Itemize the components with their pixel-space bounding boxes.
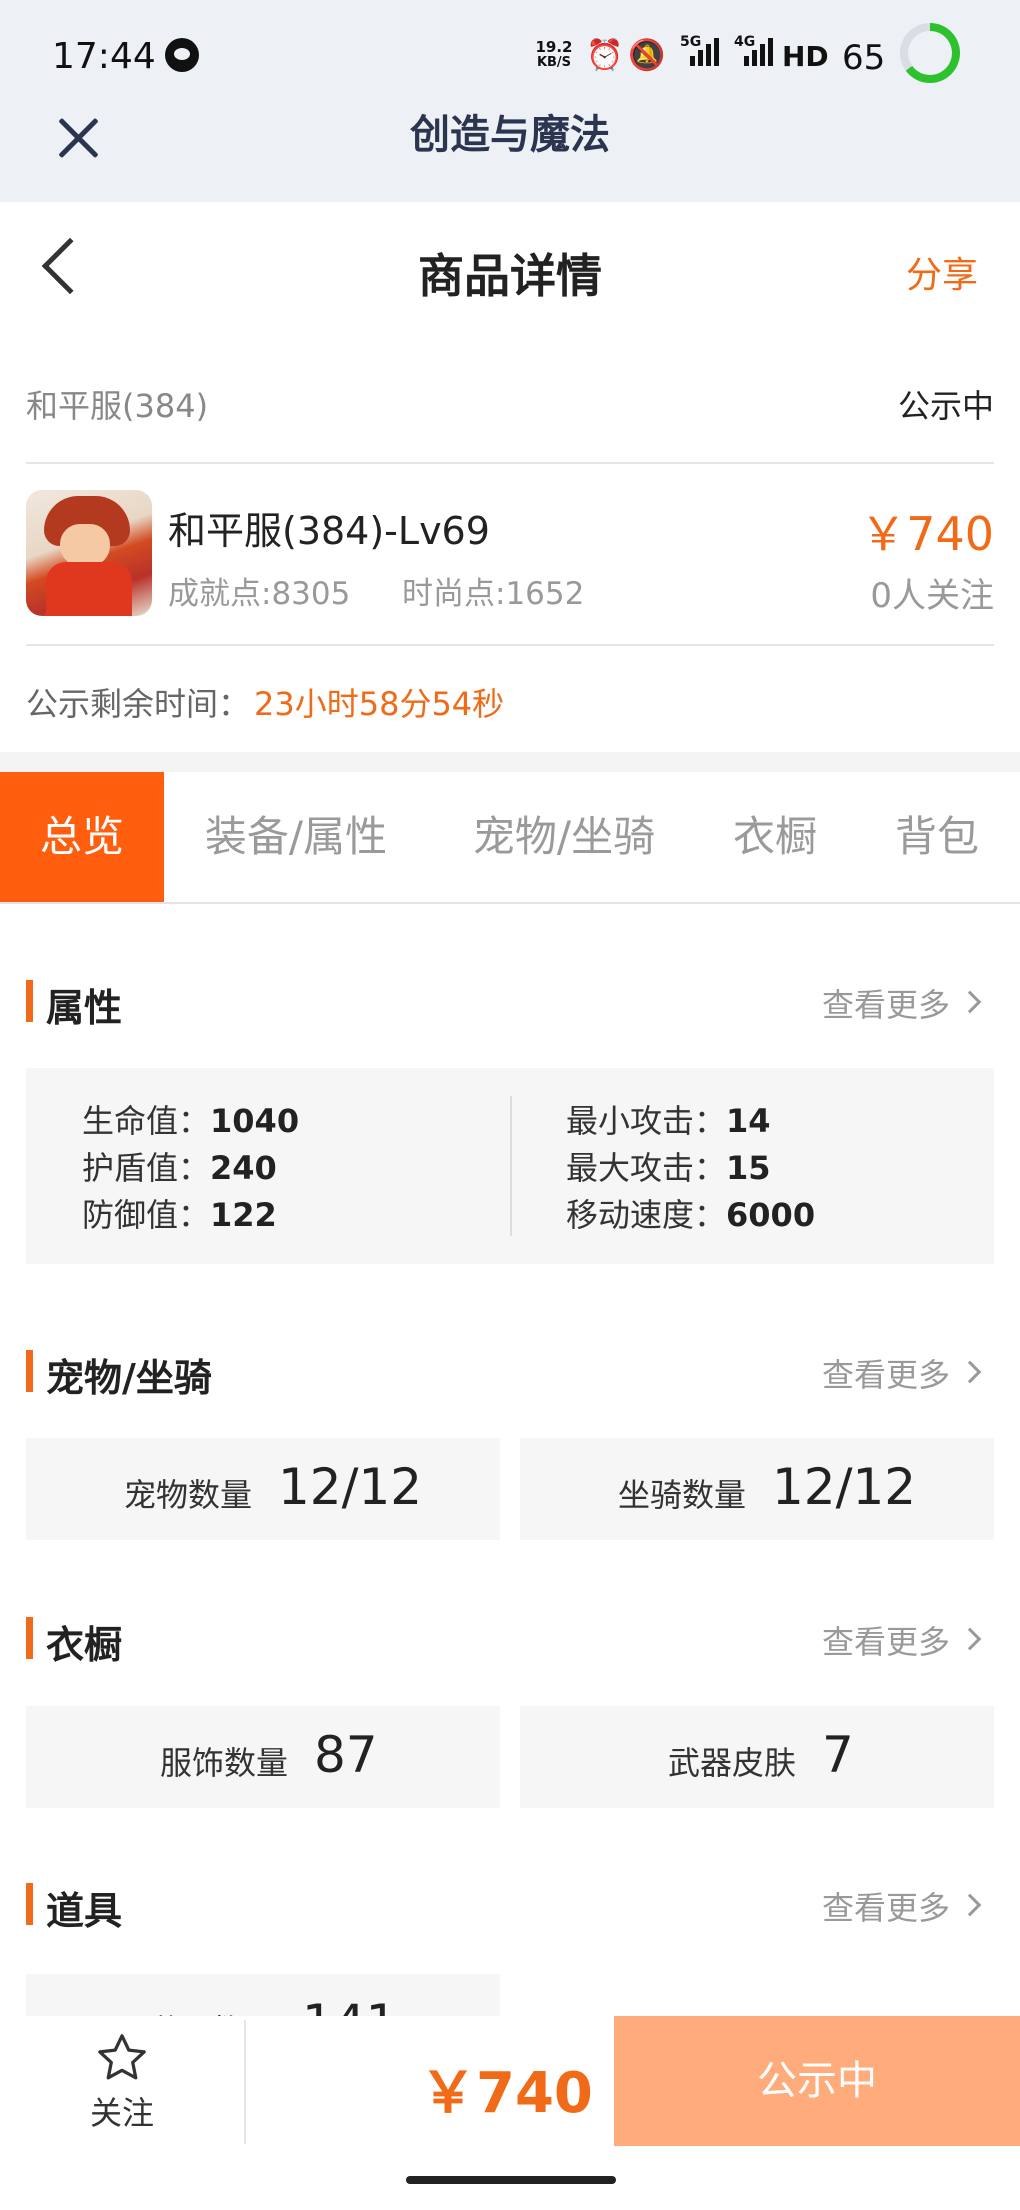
battery-ring-icon bbox=[900, 23, 960, 83]
follow-button[interactable]: 关注 bbox=[90, 2088, 154, 2134]
status-button[interactable]: 公示中 bbox=[614, 2016, 1020, 2146]
star-icon[interactable] bbox=[94, 2030, 150, 2086]
tab-equipment[interactable]: 装备/属性 bbox=[186, 772, 406, 902]
timer-value: 23小时58分54秒 bbox=[254, 685, 505, 723]
chevron-right-icon[interactable] bbox=[958, 990, 982, 1014]
section-gap bbox=[0, 752, 1020, 772]
product-name: 和平服(384)-Lv69 bbox=[168, 509, 490, 553]
signal-icon bbox=[690, 38, 722, 70]
mute-icon: 🔕 bbox=[628, 38, 666, 73]
chevron-right-icon[interactable] bbox=[958, 1360, 982, 1384]
fashion-points: 时尚点:1652 bbox=[402, 576, 585, 612]
tab-pets-mounts[interactable]: 宠物/坐骑 bbox=[454, 772, 674, 902]
attribute-row: 最小攻击：14 bbox=[566, 1102, 771, 1140]
server-name: 和平服(384) bbox=[26, 387, 209, 425]
outfit-count-box: 服饰数量 87 bbox=[26, 1706, 500, 1808]
section-title-pets-mounts: 宠物/坐骑 bbox=[46, 1356, 212, 1400]
attribute-list-left: 生命值：1040 护盾值：240 防御值：122 bbox=[82, 1098, 299, 1239]
section-marker bbox=[26, 1617, 33, 1659]
divider bbox=[244, 2020, 246, 2144]
view-more-items[interactable]: 查看更多 bbox=[822, 1883, 950, 1929]
signal-icon bbox=[744, 38, 776, 70]
status-label: 公示中 bbox=[897, 387, 994, 425]
timer-label: 公示剩余时间： bbox=[26, 685, 251, 723]
achievement-points: 成就点:8305 bbox=[168, 576, 351, 612]
pet-count-box: 宠物数量 12/12 bbox=[26, 1438, 500, 1540]
section-title-items: 道具 bbox=[46, 1889, 123, 1933]
section-title-wardrobe: 衣橱 bbox=[46, 1623, 123, 1667]
hd-indicator: HD bbox=[782, 40, 829, 73]
attribute-row: 最大攻击：15 bbox=[566, 1149, 771, 1187]
view-more-wardrobe[interactable]: 查看更多 bbox=[822, 1617, 950, 1663]
view-more-attributes[interactable]: 查看更多 bbox=[822, 980, 950, 1026]
alarm-icon: ⏰ bbox=[586, 38, 624, 73]
tab-backpack[interactable]: 背包 bbox=[880, 772, 994, 902]
share-button[interactable]: 分享 bbox=[906, 246, 978, 298]
page-title: 商品详情 bbox=[418, 249, 602, 303]
app-title: 创造与魔法 bbox=[410, 112, 610, 158]
section-marker bbox=[26, 1883, 33, 1925]
attribute-row: 移动速度：6000 bbox=[566, 1196, 816, 1234]
chevron-right-icon[interactable] bbox=[958, 1893, 982, 1917]
battery-level: 65 bbox=[842, 38, 886, 78]
section-marker bbox=[26, 980, 33, 1022]
tab-overview[interactable]: 总览 bbox=[0, 772, 164, 902]
divider bbox=[26, 644, 994, 646]
home-indicator[interactable] bbox=[406, 2176, 616, 2184]
bottom-price: ￥740 bbox=[420, 2061, 593, 2126]
follower-count: 0人关注 bbox=[870, 576, 994, 616]
network-speed: 19.2 KB/S bbox=[535, 38, 573, 71]
weapon-skin-box: 武器皮肤 7 bbox=[520, 1706, 994, 1808]
tab-wardrobe[interactable]: 衣橱 bbox=[718, 772, 832, 902]
status-time: 17:44 bbox=[52, 36, 156, 77]
attribute-row: 护盾值：240 bbox=[82, 1149, 277, 1187]
attribute-list-right: 最小攻击：14 最大攻击：15 移动速度：6000 bbox=[566, 1098, 815, 1239]
view-more-pets[interactable]: 查看更多 bbox=[822, 1350, 950, 1396]
attribute-row: 生命值：1040 bbox=[82, 1102, 300, 1140]
divider bbox=[510, 1096, 512, 1236]
section-title-attributes: 属性 bbox=[46, 986, 123, 1030]
chat-bubble-icon bbox=[165, 38, 199, 72]
attribute-row: 防御值：122 bbox=[82, 1196, 277, 1234]
product-price: ￥740 bbox=[860, 507, 994, 561]
chevron-right-icon[interactable] bbox=[958, 1627, 982, 1651]
section-marker bbox=[26, 1350, 33, 1392]
divider bbox=[26, 462, 994, 464]
character-avatar bbox=[26, 490, 152, 616]
mount-count-box: 坐骑数量 12/12 bbox=[520, 1438, 994, 1540]
